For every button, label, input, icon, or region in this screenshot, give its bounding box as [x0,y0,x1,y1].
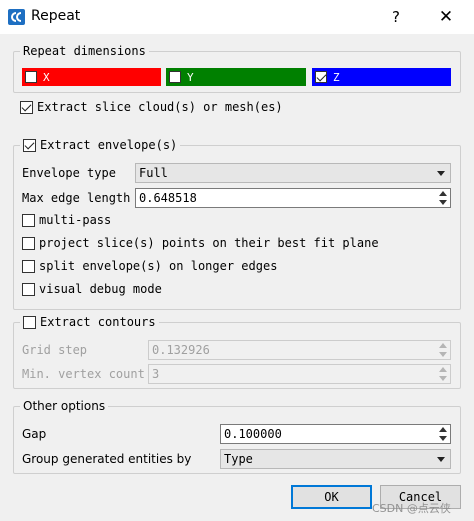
dimension-y-label: Y [187,70,194,84]
max-edge-length-value: 0.648518 [139,191,197,205]
dimension-y[interactable]: Y [166,68,306,86]
group-by-value: Type [224,452,253,466]
spin-arrows-icon[interactable] [437,426,449,442]
chevron-down-icon [437,457,445,462]
envelope-type-select[interactable]: Full [135,163,451,183]
max-edge-length-label: Max edge length [22,191,131,205]
dimension-z[interactable]: Z [312,68,451,86]
visual-debug-option[interactable]: visual debug mode [22,282,162,296]
dimension-x[interactable]: X [22,68,161,86]
title-bar: Repeat ? ✕ [0,0,474,34]
spin-arrows-icon[interactable] [437,366,449,382]
gap-label: Gap [22,427,47,441]
multi-pass-option[interactable]: multi-pass [22,213,111,227]
extract-slice-label: Extract slice cloud(s) or mesh(es) [37,100,283,114]
multi-pass-label: multi-pass [39,213,112,227]
repeat-dimensions-title: Repeat dimensions [20,42,149,60]
watermark-text: CSDN @点云侠 [372,502,451,515]
cloudcompare-icon [8,9,25,25]
dimension-x-label: X [43,70,50,84]
group-by-select[interactable]: Type [220,449,451,469]
min-vertex-count-spinbox[interactable]: 3 [148,364,451,384]
grid-step-value: 0.132926 [152,343,210,357]
help-button[interactable]: ? [382,6,410,28]
ok-button[interactable]: OK [291,485,372,509]
extract-contours-label: Extract contours [40,315,156,329]
multi-pass-checkbox[interactable] [22,213,35,227]
dimension-z-checkbox[interactable] [315,71,327,83]
spin-arrows-icon[interactable] [437,190,449,206]
project-slice-label: project slice(s) points on their best fi… [39,236,379,250]
extract-envelope-checkbox[interactable] [23,138,36,152]
visual-debug-checkbox[interactable] [22,282,35,296]
gap-spinbox[interactable]: 0.100000 [220,424,451,444]
split-envelope-option[interactable]: split envelope(s) on longer edges [22,259,277,273]
project-slice-option[interactable]: project slice(s) points on their best fi… [22,236,379,250]
extract-contours-header[interactable]: Extract contours [20,313,159,331]
extract-slice-option[interactable]: Extract slice cloud(s) or mesh(es) [20,100,283,114]
min-vertex-count-label: Min. vertex count [22,367,145,381]
chevron-down-icon [437,171,445,176]
envelope-type-label: Envelope type [22,166,116,180]
grid-step-spinbox[interactable]: 0.132926 [148,340,451,360]
group-by-label: Group generated entities by [22,452,192,466]
dimension-x-checkbox[interactable] [25,71,37,83]
split-envelope-label: split envelope(s) on longer edges [39,259,278,273]
spin-arrows-icon[interactable] [437,342,449,358]
dimension-z-label: Z [333,70,340,84]
gap-value: 0.100000 [224,427,282,441]
grid-step-label: Grid step [22,343,88,357]
extract-slice-checkbox[interactable] [20,100,33,114]
dimension-y-checkbox[interactable] [169,71,181,83]
window-title: Repeat [31,8,81,24]
max-edge-length-spinbox[interactable]: 0.648518 [135,188,451,208]
project-slice-checkbox[interactable] [22,236,35,250]
split-envelope-checkbox[interactable] [22,259,35,273]
min-vertex-count-value: 3 [152,367,160,381]
close-button[interactable]: ✕ [432,6,460,28]
extract-envelope-header[interactable]: Extract envelope(s) [20,136,181,154]
envelope-type-value: Full [139,166,168,180]
visual-debug-label: visual debug mode [39,282,162,296]
extract-contours-checkbox[interactable] [23,315,36,329]
extract-envelope-label: Extract envelope(s) [40,138,178,152]
other-options-title: Other options [20,397,109,415]
